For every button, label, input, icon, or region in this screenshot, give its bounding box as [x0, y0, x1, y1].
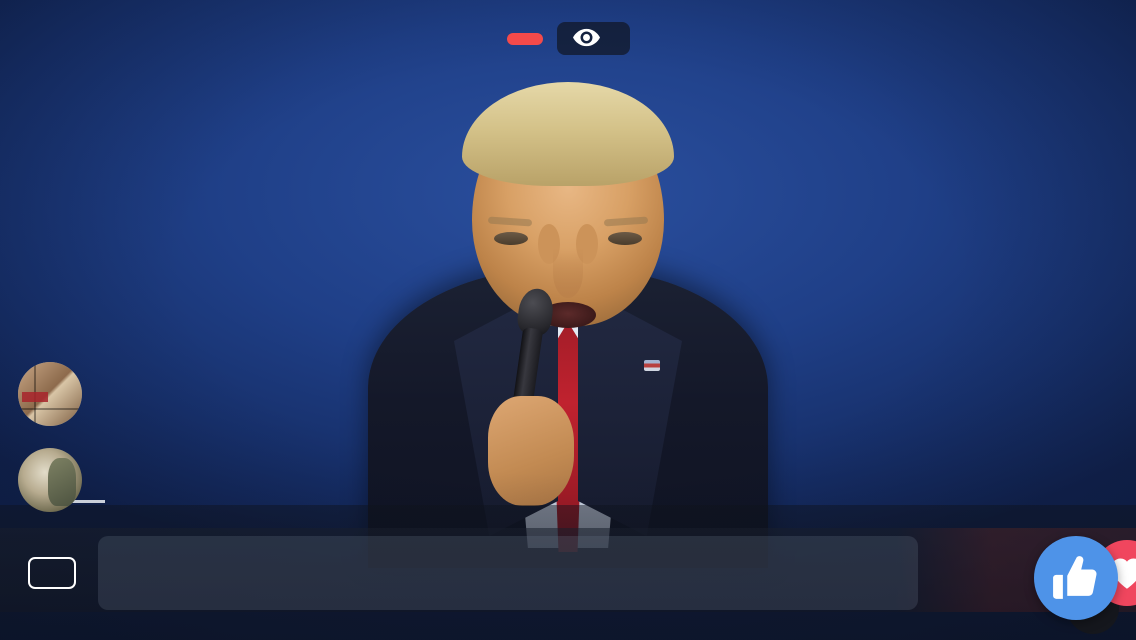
comment-item[interactable] — [18, 362, 98, 426]
brow-right — [487, 216, 533, 227]
share-button[interactable] — [28, 556, 76, 589]
eye-icon — [572, 28, 600, 47]
comment-input[interactable] — [98, 535, 918, 610]
hand — [488, 396, 574, 506]
speaker-figure — [358, 60, 778, 568]
live-video-player — [0, 0, 1136, 640]
live-comments-list — [18, 362, 98, 512]
comment-item[interactable] — [18, 448, 98, 512]
hair — [462, 82, 674, 186]
like-reaction-button[interactable] — [1034, 536, 1118, 620]
stream-status-bar — [0, 22, 1136, 55]
viewer-count-pill — [556, 22, 630, 55]
eye-left — [608, 232, 642, 245]
brow-left — [603, 216, 649, 227]
flag-lapel-pin-icon — [644, 360, 660, 371]
avatar[interactable] — [18, 362, 82, 426]
avatar[interactable] — [18, 448, 82, 512]
composer-bar — [0, 505, 1136, 640]
live-badge — [506, 32, 543, 45]
nose — [553, 248, 583, 298]
eye-right — [494, 232, 528, 245]
